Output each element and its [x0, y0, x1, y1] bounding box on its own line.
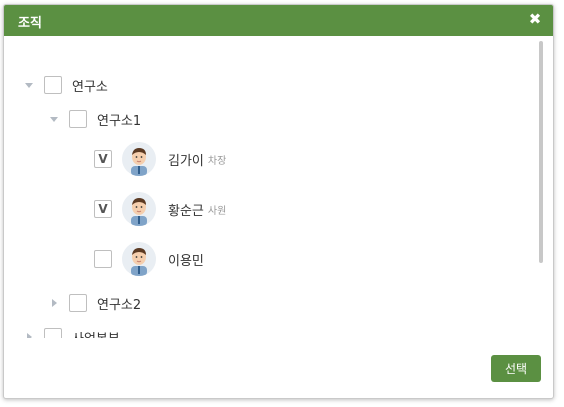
person-name: 황순근	[168, 203, 204, 219]
tree-person-김가이[interactable]: V 김가이 차장	[94, 141, 226, 177]
person-avatar-icon	[122, 192, 156, 226]
person-avatar-icon	[122, 242, 156, 276]
tree-node-연구소2[interactable]: 연구소2	[49, 290, 141, 316]
checkbox-checked[interactable]: V	[94, 150, 112, 168]
scrollbar-thumb[interactable]	[539, 41, 543, 263]
caret-down-icon[interactable]	[24, 80, 34, 90]
dialog-title: 조직	[18, 16, 42, 31]
organization-dialog: 조직 ✖ 연구소 연구소1 V 김가이 차장 V 황순근 사원 이용민 연구소2…	[3, 4, 554, 399]
person-name: 김가이	[168, 153, 204, 169]
node-label: 사업본부	[72, 328, 120, 339]
tree-node-연구소1[interactable]: 연구소1	[49, 106, 141, 132]
checkbox[interactable]	[44, 328, 62, 338]
avatar	[122, 242, 156, 276]
tree-person-이용민[interactable]: 이용민	[94, 241, 204, 277]
tree-node-연구소[interactable]: 연구소	[24, 72, 108, 98]
node-label: 연구소2	[97, 297, 142, 313]
person-name: 이용민	[168, 253, 204, 269]
avatar	[122, 142, 156, 176]
avatar	[122, 192, 156, 226]
checkbox[interactable]	[69, 110, 87, 128]
caret-right-icon[interactable]	[49, 298, 59, 308]
checkbox[interactable]	[94, 250, 112, 268]
close-icon[interactable]: ✖	[527, 10, 543, 28]
person-avatar-icon	[122, 142, 156, 176]
node-label: 연구소	[72, 79, 108, 95]
caret-down-icon[interactable]	[49, 114, 59, 124]
person-title: 사원	[207, 205, 227, 217]
select-button[interactable]: 선택	[491, 355, 541, 382]
dialog-header: 조직 ✖	[4, 5, 553, 36]
checkbox[interactable]	[69, 294, 87, 312]
node-label: 연구소1	[97, 113, 142, 129]
tree-node-사업본부[interactable]: 사업본부	[24, 324, 120, 338]
tree-person-황순근[interactable]: V 황순근 사원	[94, 191, 226, 227]
org-tree: 연구소 연구소1 V 김가이 차장 V 황순근 사원 이용민 연구소2	[4, 36, 553, 338]
caret-right-icon[interactable]	[24, 332, 34, 338]
person-title: 차장	[207, 155, 227, 167]
checkbox[interactable]	[44, 76, 62, 94]
checkbox-checked[interactable]: V	[94, 200, 112, 218]
